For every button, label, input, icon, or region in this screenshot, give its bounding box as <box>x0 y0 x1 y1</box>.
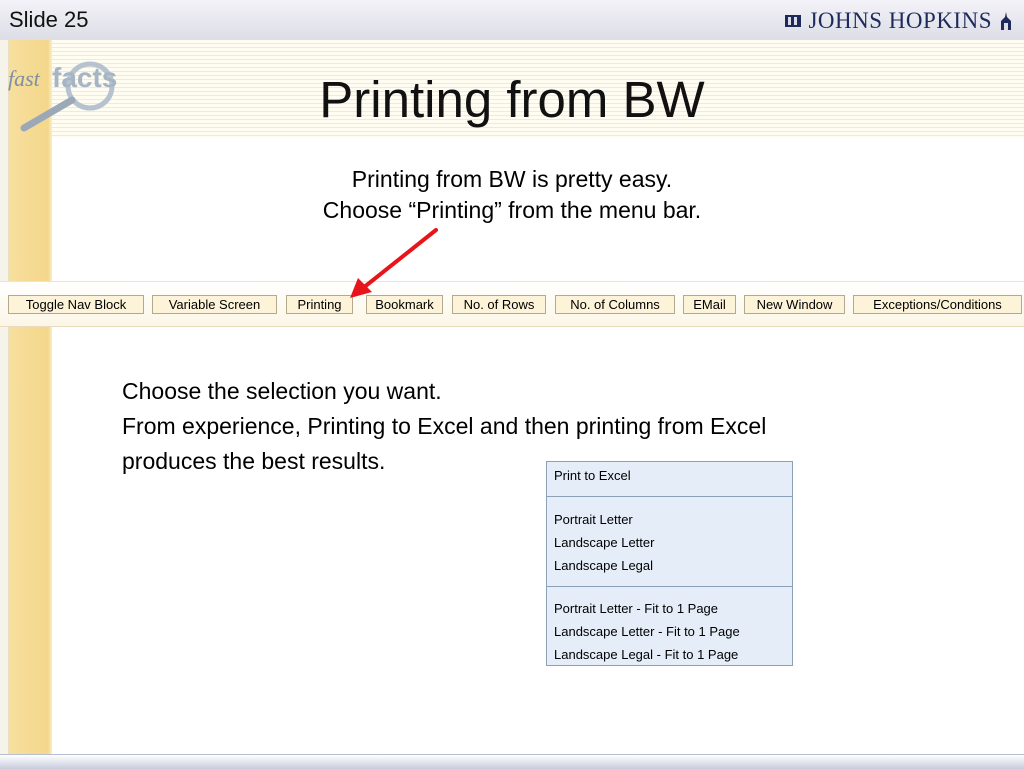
print-to-excel-option[interactable]: Print to Excel <box>554 468 631 483</box>
portrait-letter-fit-option[interactable]: Portrait Letter - Fit to 1 Page <box>554 601 718 616</box>
landscape-legal-option[interactable]: Landscape Legal <box>554 558 653 573</box>
hopkins-shield-icon <box>785 15 802 27</box>
slide-header: Slide 25 JOHNS HOPKINS <box>0 0 1024 41</box>
bw-menu-bar: Toggle Nav Block Variable Screen Printin… <box>0 281 1024 327</box>
menu-divider <box>547 496 792 497</box>
portrait-letter-option[interactable]: Portrait Letter <box>554 512 633 527</box>
intro-line-2: Choose “Printing” from the menu bar. <box>322 197 702 223</box>
johns-hopkins-logo: JOHNS HOPKINS <box>784 8 1014 34</box>
email-button[interactable]: EMail <box>683 295 736 314</box>
slide-number: Slide 25 <box>9 7 89 32</box>
menu-divider <box>547 586 792 587</box>
toggle-nav-block-button[interactable]: Toggle Nav Block <box>8 295 144 314</box>
instruction-line-1: Choose the selection you want. <box>122 378 442 404</box>
slide-title: Printing from BW <box>319 71 705 128</box>
variable-screen-button[interactable]: Variable Screen <box>152 295 277 314</box>
brand-name: JOHNS HOPKINS <box>808 8 992 33</box>
left-edge-strip <box>0 40 9 755</box>
intro-text: Printing from BW is pretty easy. Choose … <box>200 164 824 226</box>
red-arrow-icon <box>350 228 438 298</box>
print-options-menu: Print to Excel Portrait Letter Landscape… <box>546 461 793 666</box>
intro-line-1: Printing from BW is pretty easy. <box>351 166 673 192</box>
no-of-columns-button[interactable]: No. of Columns <box>555 295 675 314</box>
slide-footer-bar <box>0 754 1024 769</box>
instruction-line-2: From experience, Printing to Excel and t… <box>122 413 767 439</box>
landscape-legal-fit-option[interactable]: Landscape Legal - Fit to 1 Page <box>554 647 738 662</box>
dome-icon <box>1001 12 1011 30</box>
no-of-rows-button[interactable]: No. of Rows <box>452 295 546 314</box>
printing-button[interactable]: Printing <box>286 295 353 314</box>
landscape-letter-fit-option[interactable]: Landscape Letter - Fit to 1 Page <box>554 624 740 639</box>
new-window-button[interactable]: New Window <box>744 295 845 314</box>
landscape-letter-option[interactable]: Landscape Letter <box>554 535 654 550</box>
exceptions-conditions-button[interactable]: Exceptions/Conditions <box>853 295 1022 314</box>
